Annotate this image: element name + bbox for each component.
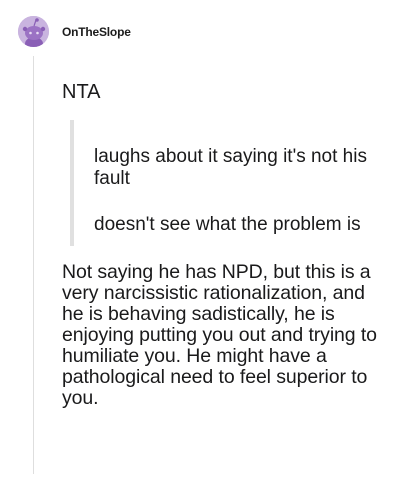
verdict-text: NTA [62,81,101,103]
comment-body: NTA laughs about it saying it's not his … [62,78,384,409]
avatar[interactable] [18,16,49,47]
comment-text: Not saying he has NPD, but this is a ver… [62,261,377,409]
username[interactable]: OnTheSlope [62,24,131,40]
quote-text: laughs about it saying it's not his faul… [94,146,367,189]
reddit-snoo-avatar-icon [18,16,49,47]
quote-text: doesn't see what the problem is [94,214,361,235]
blockquote: laughs about it saying it's not his faul… [70,120,384,246]
thread-line[interactable] [33,56,34,474]
